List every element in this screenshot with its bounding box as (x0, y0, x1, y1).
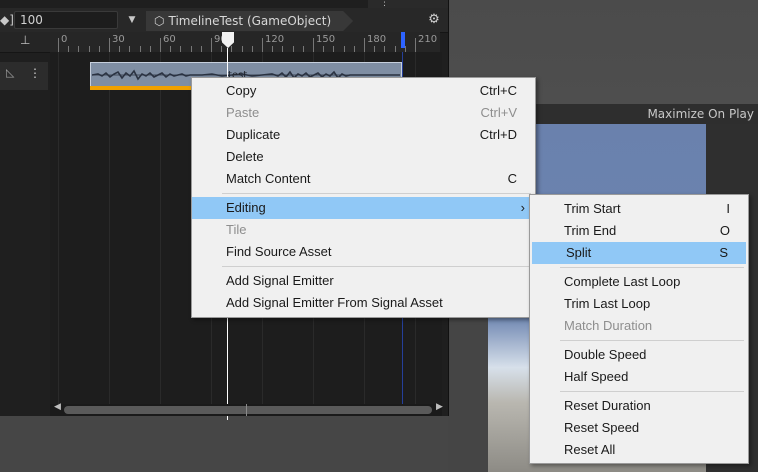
ruler-tick (262, 38, 263, 52)
menu-item-shortcut: C (507, 171, 517, 186)
ruler-tick-label: 60 (163, 34, 176, 45)
menu-item-label: Add Signal Emitter (226, 273, 334, 288)
ruler-tick (415, 38, 416, 52)
track-options-icon[interactable]: ⋮ (29, 66, 41, 80)
menu-item-label: Reset All (564, 442, 616, 457)
editing-submenu: Trim Start I Trim End O Split S Complete Last … (529, 194, 749, 464)
scroll-left-icon[interactable]: ◀ (54, 402, 61, 412)
menu-item-shortcut: Ctrl+C (479, 83, 517, 98)
ruler-tick-label: 180 (367, 34, 387, 45)
menu-item-reset-duration[interactable]: Reset Duration (530, 395, 748, 417)
grid-line (58, 52, 59, 404)
grid-line (160, 52, 161, 404)
menu-item-match-duration[interactable]: Match Duration (530, 315, 748, 337)
menu-item-split[interactable]: Split S (532, 242, 746, 264)
menu-item-add-signal-emitter-from-signal-asset[interactable]: Add Signal Emitter From Signal Asset (192, 292, 535, 314)
ruler-tick (58, 38, 59, 52)
menu-item-label: Paste (226, 105, 260, 120)
menu-item-delete[interactable]: Delete (192, 146, 535, 168)
scroll-right-icon[interactable]: ▶ (436, 402, 443, 412)
menu-item-label: Half Speed (564, 369, 629, 384)
ruler-tick (160, 38, 161, 52)
menu-item-double-speed[interactable]: Double Speed (530, 344, 748, 366)
breadcrumb-label: TimelineTest (GameObject) (168, 14, 332, 28)
clip-ease-bar (90, 86, 192, 90)
chevron-right-icon: › (520, 200, 525, 215)
scrollbar-playhead-mark (246, 404, 247, 416)
grid-line (109, 52, 110, 404)
window-menu-icon[interactable]: ⋮ (380, 0, 389, 8)
ruler-tick (211, 38, 212, 52)
gameobject-icon: ⬡ (154, 14, 165, 28)
menu-separator (222, 266, 531, 267)
menu-item-label: Duplicate (226, 127, 281, 142)
menu-item-label: Match Duration (564, 318, 653, 333)
menu-item-label: Copy (226, 83, 257, 98)
ruler-tick-label: 210 (418, 34, 438, 45)
ruler-tick (313, 38, 314, 52)
menu-item-label: Add Signal Emitter From Signal Asset (226, 295, 443, 310)
menu-item-add-signal-emitter[interactable]: Add Signal Emitter (192, 270, 535, 292)
pin-icon[interactable]: ⊥ (20, 33, 30, 47)
menu-separator (560, 391, 744, 392)
menu-item-copy[interactable]: Copy Ctrl+C (192, 80, 535, 102)
chevron-down-icon[interactable]: ▼ (124, 12, 140, 28)
menu-item-shortcut: S (719, 245, 728, 260)
menu-item-label: Double Speed (564, 347, 647, 362)
menu-item-label: Reset Speed (564, 420, 640, 435)
menu-separator (560, 340, 744, 341)
ruler-tick-label: 150 (316, 34, 336, 45)
menu-item-reset-speed[interactable]: Reset Speed (530, 417, 748, 439)
menu-item-find-source-asset[interactable]: Find Source Asset (192, 241, 535, 263)
keyframe-nav-icon[interactable]: ◆] (0, 11, 14, 29)
menu-item-half-speed[interactable]: Half Speed (530, 366, 748, 388)
ruler-tick (364, 38, 365, 52)
frame-field[interactable]: 100 (14, 11, 118, 29)
menu-item-editing[interactable]: Editing › (192, 197, 535, 219)
scrollbar-thumb[interactable] (64, 406, 432, 414)
context-menu: Copy Ctrl+C Paste Ctrl+V Duplicate Ctrl+D Dele… (191, 77, 536, 318)
breadcrumb[interactable]: ⬡ TimelineTest (GameObject) (146, 11, 353, 31)
menu-item-label: Trim Start (564, 201, 621, 216)
menu-item-label: Match Content (226, 171, 311, 186)
menu-item-match-content[interactable]: Match Content C (192, 168, 535, 190)
menu-item-trim-start[interactable]: Trim Start I (530, 198, 748, 220)
ruler-tick (109, 38, 110, 52)
menu-item-reset-all[interactable]: Reset All (530, 439, 748, 461)
menu-separator (222, 193, 531, 194)
menu-item-shortcut: Ctrl+D (479, 127, 517, 142)
menu-item-label: Delete (226, 149, 264, 164)
menu-item-label: Split (566, 245, 592, 260)
menu-item-label: Reset Duration (564, 398, 651, 413)
menu-item-tile[interactable]: Tile (192, 219, 535, 241)
maximize-on-play-button[interactable]: Maximize On Play (647, 107, 754, 121)
menu-item-label: Trim Last Loop (564, 296, 651, 311)
ruler-tick-label: 30 (112, 34, 125, 45)
menu-item-paste[interactable]: Paste Ctrl+V (192, 102, 535, 124)
menu-item-shortcut: O (719, 223, 730, 238)
menu-item-label: Editing (226, 200, 266, 215)
menu-item-label: Trim End (564, 223, 617, 238)
menu-item-trim-last-loop[interactable]: Trim Last Loop (530, 293, 748, 315)
menu-item-label: Find Source Asset (226, 244, 332, 259)
time-ruler[interactable]: 0 30 60 90 120 150 180 210 (50, 32, 440, 53)
ruler-tick-label: 0 (61, 34, 68, 45)
menu-item-complete-last-loop[interactable]: Complete Last Loop (530, 271, 748, 293)
menu-item-shortcut: I (726, 201, 730, 216)
menu-item-shortcut: Ctrl+V (480, 105, 517, 120)
menu-item-duplicate[interactable]: Duplicate Ctrl+D (192, 124, 535, 146)
audio-track-icon: ◺ (6, 66, 15, 79)
menu-item-label: Complete Last Loop (564, 274, 681, 289)
menu-separator (560, 267, 744, 268)
menu-item-label: Tile (226, 222, 247, 237)
gear-icon[interactable]: ⚙ (426, 12, 442, 28)
timeline-end-marker[interactable] (401, 32, 405, 48)
ruler-tick-label: 120 (265, 34, 285, 45)
menu-item-trim-end[interactable]: Trim End O (530, 220, 748, 242)
